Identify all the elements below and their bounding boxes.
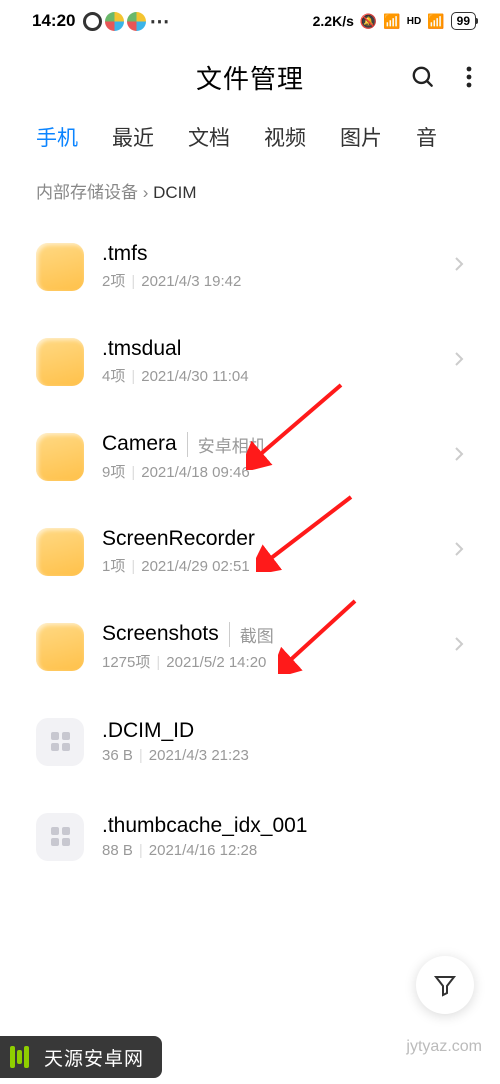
folder-icon	[36, 623, 84, 671]
breadcrumb-root[interactable]: 内部存储设备	[36, 183, 138, 202]
file-date: 2021/5/2 14:20	[166, 654, 266, 671]
folder-icon	[36, 338, 84, 386]
file-name: .tmfs	[102, 242, 148, 266]
tab-image[interactable]: 图片	[340, 122, 382, 152]
file-count: 1项	[102, 558, 125, 575]
watermark-domain: jytyaz.com	[406, 1038, 482, 1056]
list-item[interactable]: .tmfs 2项|2021/4/3 19:42	[36, 219, 464, 314]
list-item[interactable]: .DCIM_ID 36 B|2021/4/3 21:23	[36, 694, 464, 789]
hd-label: HD	[407, 16, 421, 27]
status-icon-circle-1	[83, 12, 102, 31]
file-date: 2021/4/29 02:51	[141, 558, 249, 575]
folder-icon	[36, 528, 84, 576]
breadcrumb[interactable]: 内部存储设备 › DCIM	[0, 162, 500, 219]
list-item[interactable]: Screenshots截图 1275项|2021/5/2 14:20	[36, 599, 464, 694]
wifi-icon: 📶	[427, 13, 444, 30]
search-icon[interactable]	[410, 64, 436, 90]
file-count: 1275项	[102, 654, 150, 671]
file-count: 4项	[102, 368, 125, 385]
file-count: 9项	[102, 464, 125, 481]
status-icon-circle-3	[127, 12, 146, 31]
list-item[interactable]: Camera安卓相机 9项|2021/4/18 09:46	[36, 409, 464, 504]
status-more-icon: ⋯	[149, 9, 167, 34]
breadcrumb-sep: ›	[143, 183, 153, 202]
chevron-right-icon	[454, 351, 464, 372]
app-header: 文件管理	[0, 42, 500, 112]
tab-video[interactable]: 视频	[264, 122, 306, 152]
file-size: 36 B	[102, 747, 133, 764]
file-name: .DCIM_ID	[102, 719, 194, 743]
file-date: 2021/4/16 12:28	[149, 842, 257, 859]
file-name: Camera	[102, 432, 177, 456]
status-time: 14:20	[32, 11, 75, 31]
filter-button[interactable]	[416, 956, 474, 1014]
list-item[interactable]: .tmsdual 4项|2021/4/30 11:04	[36, 314, 464, 409]
chevron-right-icon	[454, 256, 464, 277]
file-name: .thumbcache_idx_001	[102, 814, 307, 838]
more-options-icon[interactable]	[466, 65, 472, 89]
battery-indicator: 99	[451, 12, 476, 30]
signal-icon: 📶	[383, 13, 400, 30]
file-tag: 安卓相机	[187, 432, 266, 457]
tab-audio[interactable]: 音	[416, 122, 437, 152]
file-name: .tmsdual	[102, 337, 181, 361]
file-name: ScreenRecorder	[102, 527, 255, 551]
file-date: 2021/4/30 11:04	[141, 368, 248, 385]
status-bar: 14:20 ⋯ 2.2K/s 🔕 📶 HD 📶 99	[0, 0, 500, 42]
folder-icon	[36, 433, 84, 481]
list-item[interactable]: .thumbcache_idx_001 88 B|2021/4/16 12:28	[36, 789, 464, 884]
status-icon-circle-2	[105, 12, 124, 31]
chevron-right-icon	[454, 636, 464, 657]
list-item[interactable]: ScreenRecorder 1项|2021/4/29 02:51	[36, 504, 464, 599]
chevron-right-icon	[454, 446, 464, 467]
watermark-text: 天源安卓网	[44, 1044, 144, 1071]
file-icon	[36, 813, 84, 861]
file-date: 2021/4/18 09:46	[141, 464, 249, 481]
tab-recent[interactable]: 最近	[112, 122, 154, 152]
file-date: 2021/4/3 21:23	[149, 747, 249, 764]
mute-icon: 🔕	[360, 13, 377, 30]
file-icon	[36, 718, 84, 766]
breadcrumb-current: DCIM	[153, 183, 196, 202]
page-title: 文件管理	[196, 59, 304, 96]
tab-phone[interactable]: 手机	[36, 122, 78, 152]
file-size: 88 B	[102, 842, 133, 859]
status-netspeed: 2.2K/s	[313, 13, 354, 29]
tab-docs[interactable]: 文档	[188, 122, 230, 152]
watermark-banner: 天源安卓网	[0, 1036, 162, 1078]
chevron-right-icon	[454, 541, 464, 562]
file-tag: 截图	[229, 622, 274, 647]
file-list: .tmfs 2项|2021/4/3 19:42 .tmsdual 4项|2021…	[0, 219, 500, 884]
file-date: 2021/4/3 19:42	[141, 273, 241, 290]
watermark-logo-icon	[4, 1042, 34, 1072]
tabs: 手机 最近 文档 视频 图片 音	[0, 112, 500, 162]
file-name: Screenshots	[102, 622, 219, 646]
file-count: 2项	[102, 273, 125, 290]
folder-icon	[36, 243, 84, 291]
